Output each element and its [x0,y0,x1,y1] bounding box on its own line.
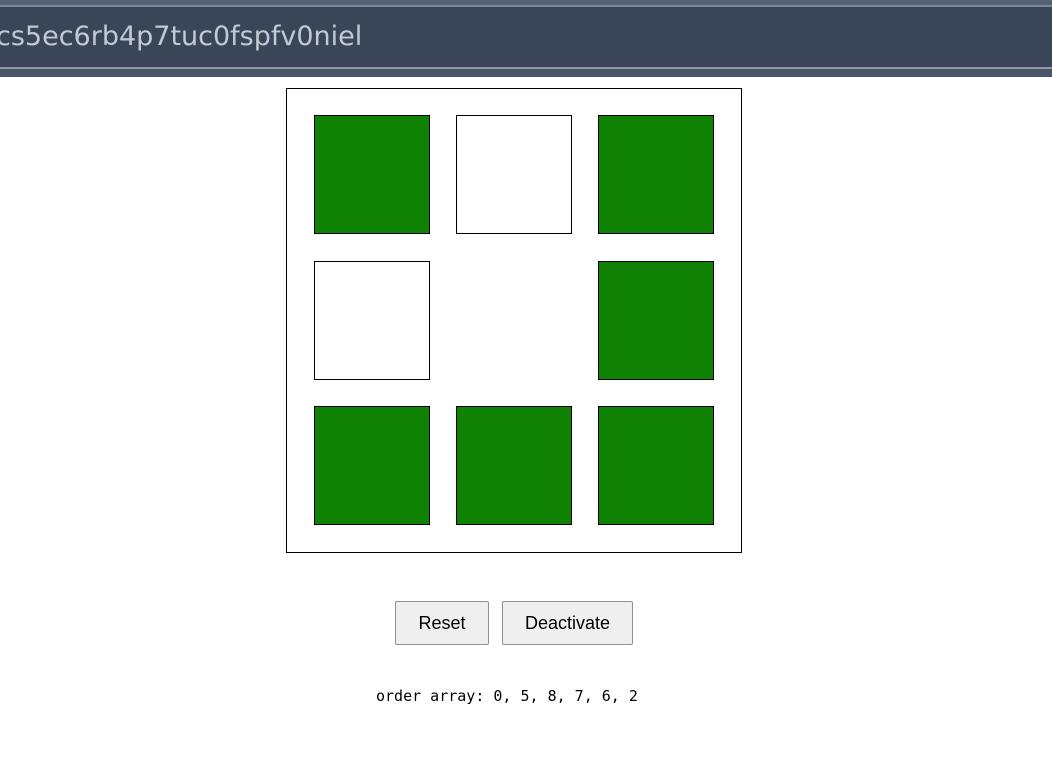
grid-cell-2[interactable] [598,115,714,234]
grid-cell-6[interactable] [314,406,430,525]
window-title: cs5ec6rb4p7tuc0fspfv0niel [0,21,363,52]
window-titlebar: cs5ec6rb4p7tuc0fspfv0niel [0,0,1052,77]
grid-cell-4 [456,261,570,378]
deactivate-button[interactable]: Deactivate [502,601,633,645]
grid-cell-8[interactable] [598,406,714,525]
grid-cell-5[interactable] [598,261,714,380]
grid-cell-7[interactable] [456,406,572,525]
grid-cell-3[interactable] [314,261,430,380]
titlebar-bottom-rule [0,67,1052,69]
order-array-text: order array: 0, 5, 8, 7, 6, 2 [376,687,638,705]
titlebar-top-rule [0,5,1052,7]
reset-button[interactable]: Reset [395,601,489,645]
grid-cell-1[interactable] [456,115,572,234]
grid-cell-0[interactable] [314,115,430,234]
grid-board [286,88,742,553]
